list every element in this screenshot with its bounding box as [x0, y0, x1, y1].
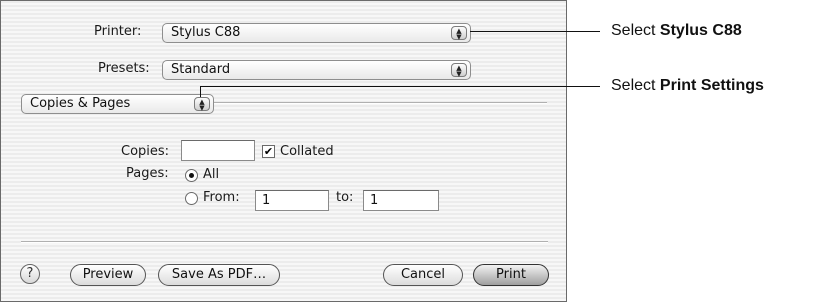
panel-callout-horizontal-line: [200, 86, 600, 87]
panel-popup[interactable]: Copies & Pages ▲ ▼: [21, 94, 214, 114]
check-mark-icon: ✔: [263, 145, 274, 158]
pages-label: Pages:: [126, 166, 169, 181]
printer-callout: Select Stylus C88: [611, 22, 742, 40]
panel-separator: [214, 102, 547, 104]
collated-checkbox[interactable]: ✔: [262, 145, 275, 158]
printer-callout-line: [470, 31, 600, 32]
pages-all-label: All: [203, 167, 220, 182]
panel-callout-prefix: Select: [611, 77, 656, 94]
preview-button[interactable]: Preview: [70, 264, 146, 286]
up-down-arrows-icon: ▲ ▼: [194, 97, 210, 112]
from-field[interactable]: 1: [255, 190, 329, 211]
radio-selected-dot: [189, 173, 194, 178]
panel-callout: Select Print Settings: [611, 77, 764, 95]
print-button[interactable]: Print: [473, 264, 549, 286]
pages-from-radio[interactable]: [185, 192, 198, 205]
presets-popup[interactable]: Standard ▲ ▼: [162, 60, 471, 80]
help-icon[interactable]: ?: [20, 264, 40, 284]
cancel-button[interactable]: Cancel: [383, 264, 463, 286]
copies-label: Copies:: [121, 144, 170, 159]
printer-label: Printer:: [94, 24, 142, 39]
presets-popup-value: Standard: [171, 62, 231, 77]
printer-popup-value: Stylus C88: [171, 25, 241, 40]
panel-callout-bold: Print Settings: [659, 77, 764, 94]
printer-callout-bold: Stylus C88: [659, 22, 742, 39]
presets-label: Presets:: [98, 61, 150, 76]
panel-callout-vertical-line: [200, 86, 201, 97]
copies-field[interactable]: [181, 140, 255, 161]
collated-label: Collated: [280, 144, 334, 159]
pages-to-label: to:: [336, 190, 354, 205]
panel-popup-value: Copies & Pages: [30, 96, 131, 111]
up-down-arrows-icon: ▲ ▼: [451, 63, 467, 78]
to-field[interactable]: 1: [363, 190, 439, 211]
up-down-arrows-icon: ▲ ▼: [451, 26, 467, 41]
pages-all-radio[interactable]: [185, 169, 198, 182]
save-as-pdf-button[interactable]: Save As PDF…: [158, 264, 280, 286]
bottom-separator: [21, 241, 548, 243]
printer-callout-prefix: Select: [611, 22, 656, 39]
printer-popup[interactable]: Stylus C88 ▲ ▼: [162, 23, 471, 43]
print-dialog: Printer: Stylus C88 ▲ ▼ Presets: Standard…: [0, 0, 567, 302]
pages-from-label: From:: [203, 190, 240, 205]
